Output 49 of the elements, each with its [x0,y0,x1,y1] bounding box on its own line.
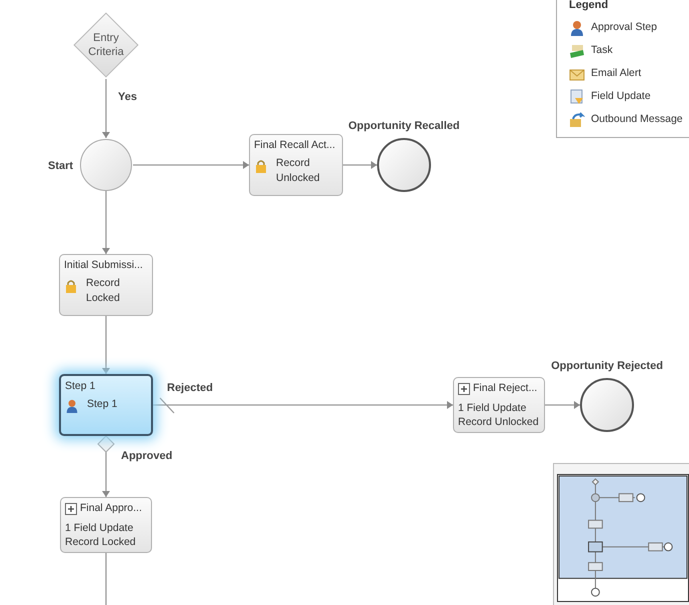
connector-arrow [102,191,110,254]
form-icon [569,89,585,105]
expand-icon[interactable] [65,502,77,515]
lock-icon [64,278,78,293]
connector-label: Approved [121,449,172,464]
action-node[interactable]: Final Recall Act... Record Unlocked [249,134,343,196]
node-detail: Record Locked [85,276,121,306]
connector-label: Yes [118,90,137,105]
connector-label: Rejected [167,381,213,396]
legend-title: Legend [569,0,610,13]
node-detail: Record Locked [65,534,137,549]
legend-label: Email Alert [591,66,642,82]
decision-label: Entry Criteria [87,31,125,59]
node-title: Final Recall Act... [254,138,336,153]
approval-step-node[interactable]: Step 1 Step 1 [59,374,153,436]
node-title: Final Appro... [80,501,142,516]
person-icon [569,20,585,36]
connector-arrow [102,316,110,374]
node-title: Step 1 [65,379,96,394]
node-label: Opportunity Rejected [551,359,663,374]
expand-icon[interactable] [458,382,470,395]
end-node[interactable] [377,138,431,192]
person-icon [65,398,79,414]
node-title: Initial Submissi... [64,258,143,273]
node-label: Start [48,159,74,174]
connector-arrow [545,401,580,409]
connector-arrow [102,79,110,138]
node-title: Final Reject... [473,381,538,396]
action-node[interactable]: Initial Submissi... Record Locked [59,254,153,316]
connector-arrow [343,161,377,169]
legend-label: Field Update [591,89,651,104]
lock-icon [254,158,268,173]
legend-label: Outbound Message [591,112,683,128]
action-node[interactable]: Final Appro... 1 Field Update Record Locked [60,497,152,553]
node-detail: Record Unlocked [275,156,321,186]
action-node[interactable]: Final Reject... 1 Field Update Record Unlocked [453,377,545,433]
legend-label: Approval Step [591,20,657,36]
node-detail: 1 Field Update [458,400,528,415]
legend-label: Task [591,43,613,58]
reject-marker [160,398,174,414]
node-detail: Record Unlocked [458,414,540,429]
task-icon [569,43,585,59]
node-label: Opportunity Recalled [348,119,460,134]
end-node[interactable] [580,378,634,432]
start-node[interactable] [80,139,132,191]
outbound-icon [569,112,585,128]
connector-arrow [102,452,110,497]
node-detail: 1 Field Update [65,520,134,535]
node-detail: Step 1 [86,396,118,412]
